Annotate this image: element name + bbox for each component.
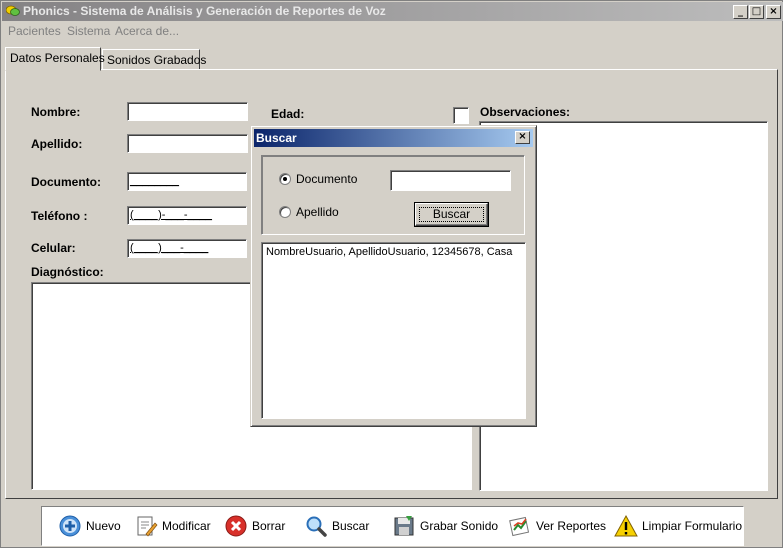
dialog-close-button[interactable]: × [515, 131, 530, 144]
delete-x-icon [224, 514, 248, 538]
title-bar: Phonics - Sistema de Análisis y Generaci… [2, 2, 783, 21]
speech-bubble-icon [5, 5, 20, 17]
buscar-label: Buscar [332, 519, 370, 533]
save-disk-icon [392, 514, 416, 538]
main-window: Phonics - Sistema de Análisis y Generaci… [0, 0, 783, 548]
modificar-button[interactable]: Modificar [134, 507, 211, 545]
documento-mask: ________ [130, 175, 179, 187]
search-input[interactable] [390, 170, 511, 191]
dialog-title: Buscar [256, 131, 297, 145]
maximize-button[interactable]: □ [749, 5, 764, 19]
search-options-group: Documento Apellido Buscar [261, 155, 525, 235]
ver-reportes-label: Ver Reportes [536, 519, 607, 533]
edit-document-icon [134, 514, 158, 538]
celular-label: Celular: [31, 241, 76, 255]
observaciones-label: Observaciones: [480, 105, 571, 119]
nombre-field[interactable] [127, 102, 248, 121]
magnifier-icon [304, 514, 328, 538]
telefono-mask: (____)-___-____ [130, 209, 212, 221]
apellido-label: Apellido: [31, 137, 83, 151]
dialog-buscar-button[interactable]: Buscar [414, 202, 489, 227]
close-button[interactable]: × [766, 5, 781, 19]
limpiar-formulario-button[interactable]: Limpiar Formulario [614, 507, 742, 545]
celular-field[interactable]: (____)___-____ [127, 239, 247, 258]
menu-acerca-de[interactable]: Acerca de... [115, 24, 179, 38]
modificar-label: Modificar [162, 519, 211, 533]
list-item[interactable]: NombreUsuario, ApellidoUsuario, 12345678… [266, 246, 521, 258]
documento-field[interactable]: ________ [127, 172, 247, 191]
grabar-sonido-button[interactable]: Grabar Sonido [392, 507, 498, 545]
action-toolbar: Nuevo Modificar Borrar Buscar Grabar Son… [41, 506, 744, 546]
menu-bar: Pacientes Sistema Acerca de... [2, 22, 783, 40]
results-list[interactable]: NombreUsuario, ApellidoUsuario, 12345678… [261, 242, 526, 419]
nombre-label: Nombre: [31, 105, 81, 119]
radio-documento-label: Documento [296, 172, 358, 186]
borrar-button[interactable]: Borrar [224, 507, 285, 545]
tab-datos-personales[interactable]: Datos Personales [5, 47, 105, 71]
focus-rect [419, 207, 484, 222]
radio-documento[interactable] [279, 173, 291, 185]
edad-field[interactable] [453, 107, 469, 124]
telefono-field[interactable]: (____)-___-____ [127, 206, 247, 225]
buscar-dialog: Buscar × Documento Apellido Buscar Nombr… [250, 125, 537, 427]
radio-apellido-label: Apellido [296, 205, 339, 219]
plus-circle-icon [58, 514, 82, 538]
minimize-button[interactable]: _ [733, 5, 748, 19]
buscar-button[interactable]: Buscar [304, 507, 369, 545]
menu-sistema[interactable]: Sistema [67, 24, 110, 38]
celular-mask: (____)___-____ [130, 242, 209, 254]
menu-pacientes[interactable]: Pacientes [8, 24, 61, 38]
diagnostico-label: Diagnóstico: [31, 265, 104, 279]
borrar-label: Borrar [252, 519, 286, 533]
window-title: Phonics - Sistema de Análisis y Generaci… [23, 4, 386, 18]
apellido-field[interactable] [127, 134, 248, 153]
nuevo-label: Nuevo [86, 519, 121, 533]
warning-icon [614, 514, 638, 538]
radio-apellido[interactable] [279, 206, 291, 218]
documento-label: Documento: [31, 175, 101, 189]
telefono-label: Teléfono : [31, 209, 88, 223]
edad-label: Edad: [271, 107, 305, 121]
tab-sonidos-grabados[interactable]: Sonidos Grabados [102, 49, 206, 70]
limpiar-formulario-label: Limpiar Formulario [642, 519, 743, 533]
report-chart-icon [508, 514, 532, 538]
nuevo-button[interactable]: Nuevo [58, 507, 121, 545]
grabar-sonido-label: Grabar Sonido [420, 519, 499, 533]
ver-reportes-button[interactable]: Ver Reportes [508, 507, 606, 545]
dialog-title-bar: Buscar × [254, 129, 533, 147]
